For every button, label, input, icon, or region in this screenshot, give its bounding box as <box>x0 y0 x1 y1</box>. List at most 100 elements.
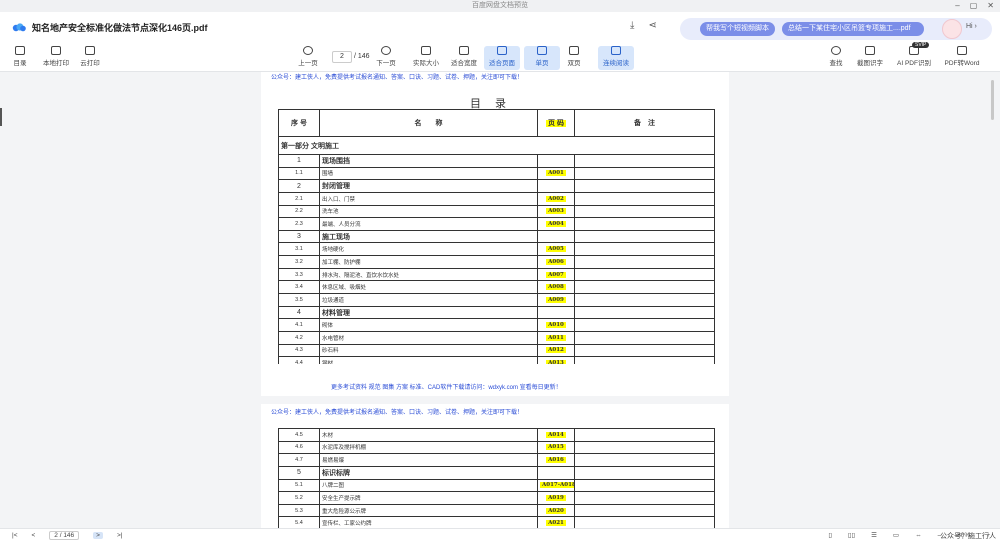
ai-greeting[interactable]: Hi › <box>966 23 977 30</box>
row-page-code: A005 <box>537 242 575 257</box>
footer-page-indicator[interactable]: 2 / 146 <box>49 531 80 540</box>
prev-icon <box>303 46 313 55</box>
row-number: 5.1 <box>278 478 320 493</box>
fit-icon[interactable]: ▭ <box>893 531 899 539</box>
fit-width-footer-icon[interactable]: ⇔ <box>915 532 922 539</box>
ai-avatar[interactable] <box>942 19 962 39</box>
table-row: 4.7 易燃易爆 A016 <box>278 453 715 467</box>
row-page-code: A007 <box>537 267 575 282</box>
row-remark <box>574 516 715 528</box>
row-remark <box>574 267 715 282</box>
toc-icon <box>15 46 25 55</box>
row-number: 3 <box>278 229 320 244</box>
row-remark <box>574 280 715 295</box>
scrollbar[interactable] <box>991 80 994 120</box>
row-number: 2.3 <box>278 217 320 231</box>
fit-width-button[interactable]: 适合宽度 <box>446 46 482 67</box>
actual-size-button[interactable]: 实际大小 <box>408 46 444 67</box>
local-print-button[interactable]: 本地打印 <box>38 46 74 67</box>
prev-page-footer-button[interactable]: < <box>31 532 35 539</box>
row-number: 3.4 <box>278 280 320 295</box>
print-icon <box>51 46 61 55</box>
row-name: 最端、人员分流 <box>319 217 538 231</box>
ai-suggestion-summarize[interactable]: 总结一下某住宅小区吊篮专项施工....pdf <box>782 22 924 36</box>
row-number: 5 <box>278 465 320 480</box>
toc-button[interactable]: 目录 <box>2 46 38 67</box>
row-number: 4.6 <box>278 440 320 455</box>
scroll-view-icon[interactable]: ☰ <box>871 531 877 539</box>
row-page-code: A004 <box>537 217 575 231</box>
row-name: 易燃易爆 <box>319 453 538 467</box>
table-row: 2 封闭管理 <box>278 179 715 193</box>
row-page-code <box>537 465 575 480</box>
row-name: 八牌二图 <box>319 478 538 493</box>
row-page-code: A020 <box>537 503 575 518</box>
toc-table-2: 4.5 木材 A014 4.6 水泥库及搅拌机棚 A015 4.7 易燃易爆 A016 5 标识标牌… <box>278 428 715 528</box>
double-page-button[interactable]: 双页 <box>556 46 592 67</box>
row-name: 标识标牌 <box>319 465 538 480</box>
document-viewer[interactable]: 公众号：建工侠人，免费提供考试报名通知、答案、口诀、习题、试卷、押题，关注即可下… <box>0 72 1000 528</box>
continuous-read-button[interactable]: 连续阅读 <box>598 46 634 70</box>
find-button[interactable]: 查找 <box>818 46 854 67</box>
next-page-button[interactable]: 下一页 <box>368 46 404 67</box>
public-account-note-2: 公众号：建工侠人，免费提供考试报名通知、答案、口诀、习题、试卷、押题，关注即可下… <box>271 410 524 416</box>
row-name: 加工棚、防护棚 <box>319 255 538 269</box>
pdf-word-icon <box>957 46 967 55</box>
page-code: A003 <box>546 208 566 215</box>
double-view-icon[interactable]: ▯▯ <box>848 531 855 539</box>
header-name: 名 称 <box>319 109 538 137</box>
toc-table: 序 号 名 称 页 码 备 注 第一部分 文明施工 1 现场围挡 1.1 围墙 A001… <box>278 109 715 370</box>
row-page-code: A011 <box>537 330 575 345</box>
row-page-code: A015 <box>537 440 575 455</box>
row-page-code: A021 <box>537 516 575 528</box>
last-page-button[interactable]: >| <box>117 532 122 539</box>
row-page-code: A019 <box>537 491 575 505</box>
cloud-print-icon <box>85 46 95 55</box>
next-page-footer-button[interactable]: > <box>93 532 103 539</box>
page-code: A011 <box>546 334 566 341</box>
row-remark <box>574 318 715 332</box>
ai-pdf-recognize-button[interactable]: AI PDF识别 <box>892 46 936 67</box>
single-page-icon <box>537 46 547 55</box>
table-row: 3.4 休息区域、吸烟处 A008 <box>278 280 715 295</box>
restore-button[interactable]: ▢ <box>970 0 978 12</box>
table-row: 1 现场围挡 <box>278 154 715 168</box>
page-number-input[interactable]: 2 <box>332 51 352 63</box>
screenshot-ocr-button[interactable]: 截图识字 <box>852 46 888 67</box>
document-page-2: 公众号：建工侠人，免费提供考试报名通知、答案、口诀、习题、试卷、押题，关注即可下… <box>261 404 729 528</box>
table-row: 3.2 加工棚、防护棚 A006 <box>278 255 715 269</box>
page-code: A009 <box>546 296 566 303</box>
close-button[interactable]: ✕ <box>987 0 994 12</box>
row-name: 围墙 <box>319 166 538 181</box>
footnote-text: 更多考试资料 规范 图集 方案 标准、CAD软件下载请访问：wdxyk.com … <box>331 385 562 391</box>
table-row: 3.1 场地硬化 A005 <box>278 242 715 257</box>
prev-page-button[interactable]: 上一页 <box>290 46 326 67</box>
page-code: A019 <box>546 495 566 502</box>
share-icon[interactable]: ⋖ <box>648 20 656 31</box>
minimize-button[interactable]: – <box>955 0 959 12</box>
first-page-button[interactable]: |< <box>12 532 17 539</box>
page-code: A016 <box>546 457 566 464</box>
table-row: 3.3 排水沟、隔泥池、直饮水饮水处 A007 <box>278 267 715 282</box>
row-number: 4.5 <box>278 428 320 442</box>
cloud-print-button[interactable]: 云打印 <box>72 46 108 67</box>
sidebar-toggle-handle[interactable] <box>0 108 2 126</box>
row-remark <box>574 343 715 358</box>
file-title: 知名地产安全标准化做法节点深化146页.pdf <box>32 23 208 33</box>
download-icon[interactable]: ⤓ <box>630 20 634 31</box>
single-view-icon[interactable]: ▯ <box>828 531 832 539</box>
table-row: 2.2 洗车池 A003 <box>278 204 715 219</box>
row-page-code: A006 <box>537 255 575 269</box>
page-code: A005 <box>546 246 566 253</box>
row-number: 5.3 <box>278 503 320 518</box>
fit-page-button[interactable]: 适合页面 <box>484 46 520 70</box>
pdf-to-word-button[interactable]: PDF转Word <box>940 46 984 67</box>
row-name: 洗车池 <box>319 204 538 219</box>
row-remark <box>574 478 715 493</box>
row-number: 4.7 <box>278 453 320 467</box>
ai-suggestion-video-script[interactable]: 帮我写个短视频脚本 <box>700 22 775 36</box>
continuous-icon <box>611 46 621 55</box>
actual-size-icon <box>421 46 431 55</box>
single-page-button[interactable]: 单页 <box>524 46 560 70</box>
row-name: 施工现场 <box>319 229 538 244</box>
